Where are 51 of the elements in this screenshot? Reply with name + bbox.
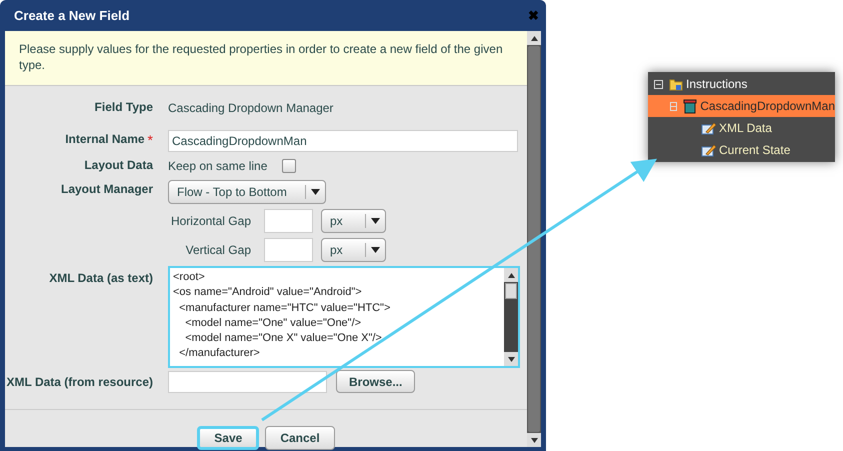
scrollbar[interactable] — [527, 31, 541, 447]
code-line: <model name="One" value="One"/> — [184, 316, 362, 329]
caret-icon — [371, 218, 380, 224]
caret-icon — [371, 247, 380, 253]
field-label: Layout Data — [84, 157, 153, 174]
field-label: XML Data (as text) — [49, 270, 153, 287]
checkbox[interactable] — [282, 159, 296, 173]
field-label: Horizontal Gap — [170, 213, 251, 230]
browse-button[interactable]: Browse... — [336, 370, 416, 393]
unit-dropdown[interactable]: px — [321, 209, 386, 233]
scroll-up-icon[interactable] — [530, 36, 538, 40]
input-field[interactable]: CascadingDropdownMan — [168, 130, 518, 152]
scrollbar[interactable] — [504, 268, 518, 366]
code-line: <model name="One X" value="One X"/> — [184, 332, 382, 344]
checkbox-label: Keep on same line — [168, 158, 268, 175]
field-label: XML Data (from resource) — [6, 374, 153, 391]
edit-icon — [701, 122, 716, 134]
scroll-down-icon[interactable] — [530, 438, 538, 442]
tree-item[interactable]: Instructions — [648, 73, 835, 95]
dropdown[interactable]: Flow - Top to Bottom — [168, 180, 326, 204]
code-line: </manufacturer> — [178, 347, 260, 360]
code-line: <os name="Android" value="Android"> — [173, 286, 362, 298]
cube-icon — [683, 98, 698, 114]
input-field[interactable] — [264, 209, 313, 233]
caret-icon — [311, 189, 320, 195]
info-text: Please supply values for the requested properties in order to create a new field of the given type. — [19, 41, 504, 73]
scroll-thumb[interactable] — [505, 283, 517, 299]
dialog-button[interactable]: Save — [197, 426, 260, 450]
required-mark: * — [148, 131, 153, 150]
field-label: Field Type — [94, 99, 153, 116]
scroll-down-icon[interactable] — [508, 356, 514, 362]
code-line: <root> — [173, 271, 205, 283]
tree-item[interactable]: Current State — [648, 139, 835, 161]
field-label: Internal Name — [65, 131, 145, 148]
text-area[interactable]: <root> <os name="Android" value="Android"> <manufacturer name="HTC" value="HTC"> <model name="One" value="One"/> <model name="One X" value="One X"/> </manufacturer> — [168, 266, 520, 368]
folder-icon — [669, 77, 683, 91]
scroll-up-icon[interactable] — [508, 272, 514, 278]
unit-dropdown[interactable]: px — [321, 238, 386, 262]
field-label: Vertical Gap — [186, 242, 251, 259]
field-label: Layout Manager — [60, 181, 153, 198]
tree-item[interactable]: CascadingDropdownMan — [648, 95, 835, 117]
collapse-toggle[interactable] — [670, 102, 678, 110]
tree-item[interactable]: XML Data — [648, 117, 835, 139]
field-value: Cascading Dropdown Manager — [168, 100, 334, 117]
collapse-toggle[interactable] — [654, 80, 663, 88]
edit-icon — [701, 144, 716, 156]
dialog-title: Create a New Field — [14, 6, 130, 25]
input-field[interactable] — [264, 238, 313, 262]
dialog-button[interactable]: Cancel — [265, 426, 335, 450]
input-field[interactable] — [168, 370, 327, 392]
code-line: <manufacturer name="HTC" value="HTC"> — [178, 302, 390, 314]
